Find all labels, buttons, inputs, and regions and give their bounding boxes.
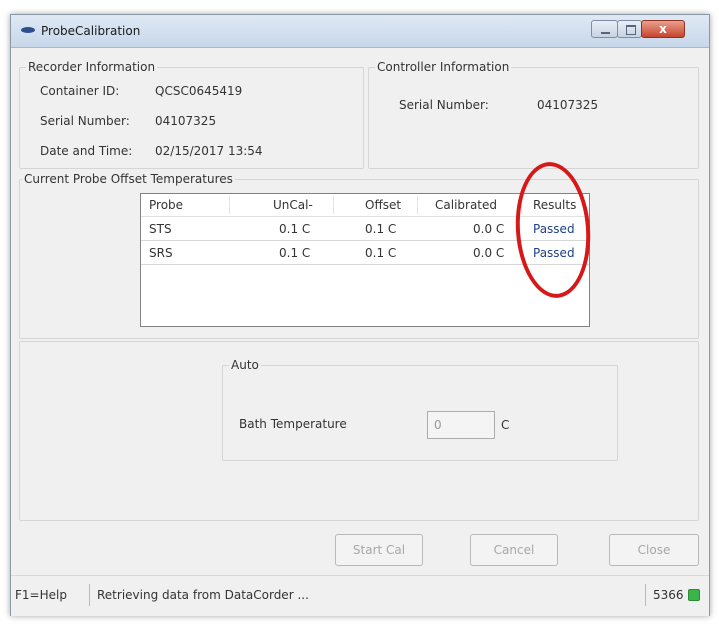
- start-cal-button[interactable]: Start Cal: [335, 534, 423, 566]
- controller-information-title: Controller Information: [375, 60, 512, 74]
- controller-serial-label: Serial Number:: [399, 98, 489, 112]
- bath-temperature-input[interactable]: 0: [427, 411, 495, 439]
- column-header-offset[interactable]: Offset: [365, 198, 401, 212]
- status-divider: [645, 584, 646, 606]
- column-header-uncal[interactable]: UnCal-: [273, 198, 313, 212]
- title-bar[interactable]: ProbeCalibration x: [11, 15, 709, 48]
- controller-serial-value: 04107325: [537, 98, 599, 112]
- calibrated-cell: 0.0 C: [473, 246, 505, 260]
- bath-temperature-label: Bath Temperature: [239, 417, 347, 431]
- status-message: Retrieving data from DataCorder ...: [97, 588, 309, 602]
- serial-number-value: 04107325: [155, 114, 217, 128]
- offset-cell: 0.1 C: [365, 222, 397, 236]
- close-icon: x: [659, 22, 667, 36]
- container-id-label: Container ID:: [40, 84, 120, 98]
- probe-offset-title: Current Probe Offset Temperatures: [22, 172, 235, 186]
- probe-cell: SRS: [149, 246, 173, 260]
- maximize-button[interactable]: [617, 20, 642, 38]
- minimize-button[interactable]: [591, 20, 618, 38]
- probe-cell: STS: [149, 222, 172, 236]
- column-divider: [417, 196, 418, 214]
- close-window-button[interactable]: x: [641, 20, 685, 38]
- date-time-label: Date and Time:: [40, 144, 133, 158]
- container-id-value: QCSC0645419: [155, 84, 243, 98]
- close-button[interactable]: Close: [609, 534, 699, 566]
- controller-information-group: Controller Information Serial Number: 04…: [368, 60, 699, 169]
- calibrated-cell: 0.0 C: [473, 222, 505, 236]
- window-title: ProbeCalibration: [41, 24, 141, 38]
- cancel-button[interactable]: Cancel: [470, 534, 558, 566]
- uncal-cell: 0.1 C: [279, 222, 311, 236]
- status-divider: [89, 584, 90, 606]
- status-help: F1=Help: [15, 588, 67, 602]
- bath-temperature-unit: C: [501, 418, 510, 432]
- column-divider: [333, 196, 334, 214]
- auto-group: Auto Bath Temperature C: [222, 358, 618, 461]
- minimize-icon: [601, 32, 610, 34]
- offset-cell: 0.1 C: [365, 246, 397, 260]
- serial-number-label: Serial Number:: [40, 114, 130, 128]
- date-time-value: 02/15/2017 13:54: [155, 144, 263, 158]
- column-header-calibrated[interactable]: Calibrated: [435, 198, 497, 212]
- status-code: 5366: [653, 588, 684, 602]
- status-bar: F1=Help Retrieving data from DataCorder …: [11, 575, 709, 616]
- uncal-cell: 0.1 C: [279, 246, 311, 260]
- column-header-probe[interactable]: Probe: [149, 198, 183, 212]
- app-icon: [21, 27, 35, 33]
- connection-status-icon: [688, 589, 700, 601]
- recorder-information-title: Recorder Information: [26, 60, 158, 74]
- maximize-icon: [626, 25, 636, 35]
- auto-group-title: Auto: [229, 358, 261, 372]
- column-divider: [229, 196, 230, 214]
- probe-calibration-window: ProbeCalibration x Recorder Information …: [10, 14, 710, 616]
- recorder-information-group: Recorder Information Container ID: QCSC0…: [19, 60, 364, 169]
